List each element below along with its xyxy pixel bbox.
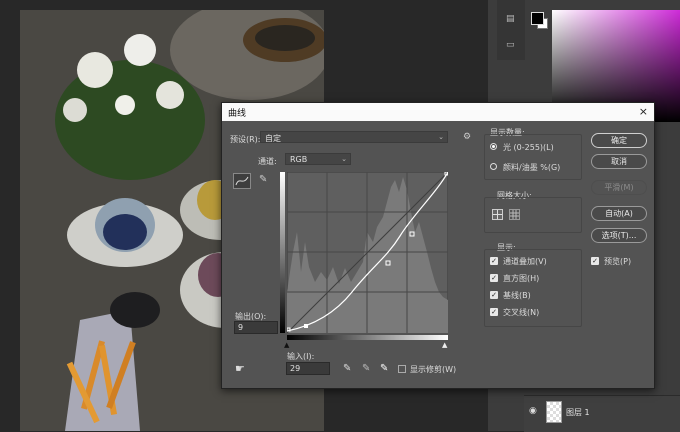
pencil-icon[interactable]: ✎ xyxy=(259,174,267,185)
comment-icon[interactable]: ▭ xyxy=(506,40,515,50)
cancel-button[interactable]: 取消 xyxy=(591,154,647,169)
output-field[interactable]: 9 xyxy=(234,321,278,334)
baseline-label: 基线(B) xyxy=(503,291,531,300)
baseline-checkbox[interactable]: ✓ xyxy=(490,291,498,299)
chevron-down-icon: ⌄ xyxy=(341,155,347,163)
preview-label: 预览(P) xyxy=(604,257,632,266)
channel-overlay-checkbox[interactable]: ✓ xyxy=(490,257,498,265)
curve-icon xyxy=(235,176,249,186)
curves-dialog: 曲线 × 预设(R): 自定 ⌄ ⚙ 通道: RGB ⌄ ✎ ▲ ▲ 输出(O): xyxy=(221,102,655,389)
layer-name[interactable]: 图层 1 xyxy=(566,407,590,418)
show-clipping-label: 显示修剪(W) xyxy=(410,365,457,374)
display-amount-group xyxy=(484,134,582,180)
preview-checkbox[interactable]: ✓ xyxy=(591,257,599,265)
white-point-slider[interactable]: ▲ xyxy=(442,341,447,349)
panel-toolstrip: ▤ ▭ xyxy=(497,0,525,60)
preset-value: 自定 xyxy=(265,134,281,143)
simple-grid-icon[interactable] xyxy=(492,209,503,220)
target-adjust-hand-icon[interactable]: ☛ xyxy=(235,362,245,375)
pigment-option-label: 颜料/油墨 %(G) xyxy=(503,163,561,172)
close-icon[interactable]: × xyxy=(639,105,648,118)
visibility-eye-icon[interactable]: ◉ xyxy=(529,406,537,416)
light-option-label: 光 (0-255)(L) xyxy=(503,143,554,152)
ok-button[interactable]: 确定 xyxy=(591,133,647,148)
options-button[interactable]: 选项(T)... xyxy=(591,228,647,243)
smooth-button[interactable]: 平滑(M) xyxy=(591,180,647,195)
histogram-checkbox[interactable]: ✓ xyxy=(490,274,498,282)
light-radio[interactable] xyxy=(490,143,497,150)
curve-point-tool[interactable] xyxy=(233,173,251,189)
gray-eyedropper-icon[interactable]: ✎ xyxy=(362,363,370,374)
white-eyedropper-icon[interactable]: ✎ xyxy=(380,363,388,374)
input-field[interactable]: 29 xyxy=(286,362,330,375)
detailed-grid-icon[interactable] xyxy=(509,209,520,220)
black-point-slider[interactable]: ▲ xyxy=(284,341,289,349)
auto-button[interactable]: 自动(A) xyxy=(591,206,647,221)
preset-select[interactable]: 自定 ⌄ xyxy=(260,131,448,143)
channel-overlay-label: 通道叠加(V) xyxy=(503,257,547,266)
history-icon[interactable]: ▤ xyxy=(506,14,515,24)
gear-icon[interactable]: ⚙ xyxy=(463,132,471,142)
histogram-label: 直方图(H) xyxy=(503,274,540,283)
black-eyedropper-icon[interactable]: ✎ xyxy=(343,363,351,374)
dialog-titlebar[interactable]: 曲线 × xyxy=(222,103,654,121)
dialog-title: 曲线 xyxy=(228,109,247,119)
channel-select[interactable]: RGB ⌄ xyxy=(285,153,351,165)
show-clipping-checkbox[interactable] xyxy=(398,365,406,373)
output-gradient-bar xyxy=(280,172,285,333)
curves-graph[interactable] xyxy=(287,172,448,333)
input-label: 输入(I): xyxy=(287,352,315,361)
preset-label: 预设(R): xyxy=(230,135,261,144)
curve-point[interactable] xyxy=(304,324,308,328)
foreground-color-swatch[interactable] xyxy=(531,12,544,25)
channel-label: 通道: xyxy=(258,157,277,166)
input-gradient-bar xyxy=(287,335,448,340)
pigment-radio[interactable] xyxy=(490,163,497,170)
chevron-down-icon: ⌄ xyxy=(438,133,444,141)
intersection-line-label: 交叉线(N) xyxy=(503,308,540,317)
layer-thumbnail[interactable] xyxy=(546,401,562,423)
channel-value: RGB xyxy=(290,155,308,164)
intersection-line-checkbox[interactable]: ✓ xyxy=(490,308,498,316)
